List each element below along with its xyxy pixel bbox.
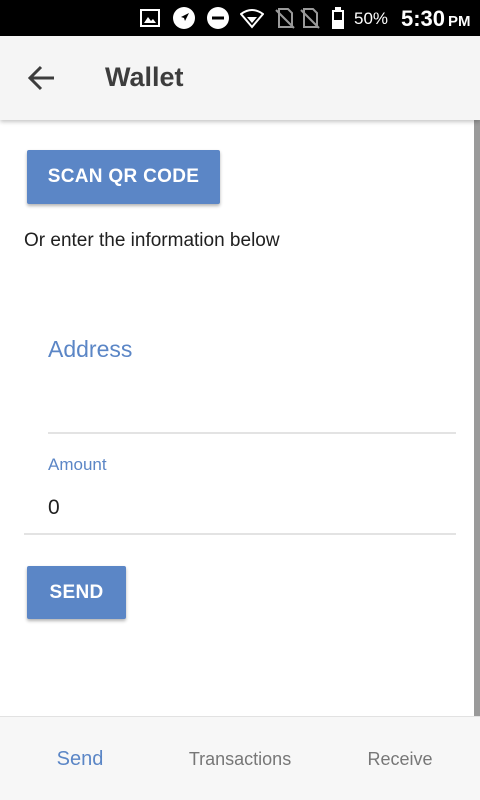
clock-ampm: PM — [448, 13, 471, 30]
amount-label: Amount — [48, 455, 107, 474]
wifi-icon — [239, 6, 265, 30]
instructions-text: Or enter the information below — [24, 230, 280, 251]
image-icon — [138, 6, 162, 30]
amount-input[interactable]: 0 — [24, 484, 456, 535]
wallet-screen: 50% 5:30 PM Wallet SCAN QR CODE Or enter … — [0, 0, 480, 800]
address-underline — [48, 432, 456, 434]
amount-value: 0 — [48, 496, 60, 519]
scrollbar[interactable] — [474, 120, 480, 716]
address-input[interactable]: Address — [48, 320, 456, 434]
no-sim-icon — [298, 6, 322, 30]
battery-percent: 50% — [354, 9, 389, 28]
back-button[interactable] — [22, 60, 62, 96]
status-bar: 50% 5:30 PM — [0, 0, 480, 36]
arrow-left-icon — [22, 65, 62, 100]
do-not-disturb-icon — [206, 6, 230, 30]
clock-time: 5:30 — [401, 6, 446, 31]
send-button[interactable]: SEND — [27, 566, 126, 619]
scan-qr-code-button[interactable]: SCAN QR CODE — [27, 150, 220, 204]
tab-send[interactable]: Send — [0, 717, 160, 800]
tab-receive[interactable]: Receive — [320, 717, 480, 800]
battery-icon — [330, 6, 354, 30]
no-sim-icon — [273, 6, 297, 30]
page-title: Wallet — [105, 62, 184, 92]
tab-transactions[interactable]: Transactions — [160, 717, 320, 800]
app-bar: Wallet — [0, 36, 480, 120]
navigation-icon — [172, 6, 196, 30]
clock: 5:30 PM — [401, 6, 471, 32]
amount-underline — [24, 533, 456, 535]
bottom-navigation: Send Transactions Receive — [0, 716, 480, 800]
address-hint: Address — [48, 336, 133, 362]
